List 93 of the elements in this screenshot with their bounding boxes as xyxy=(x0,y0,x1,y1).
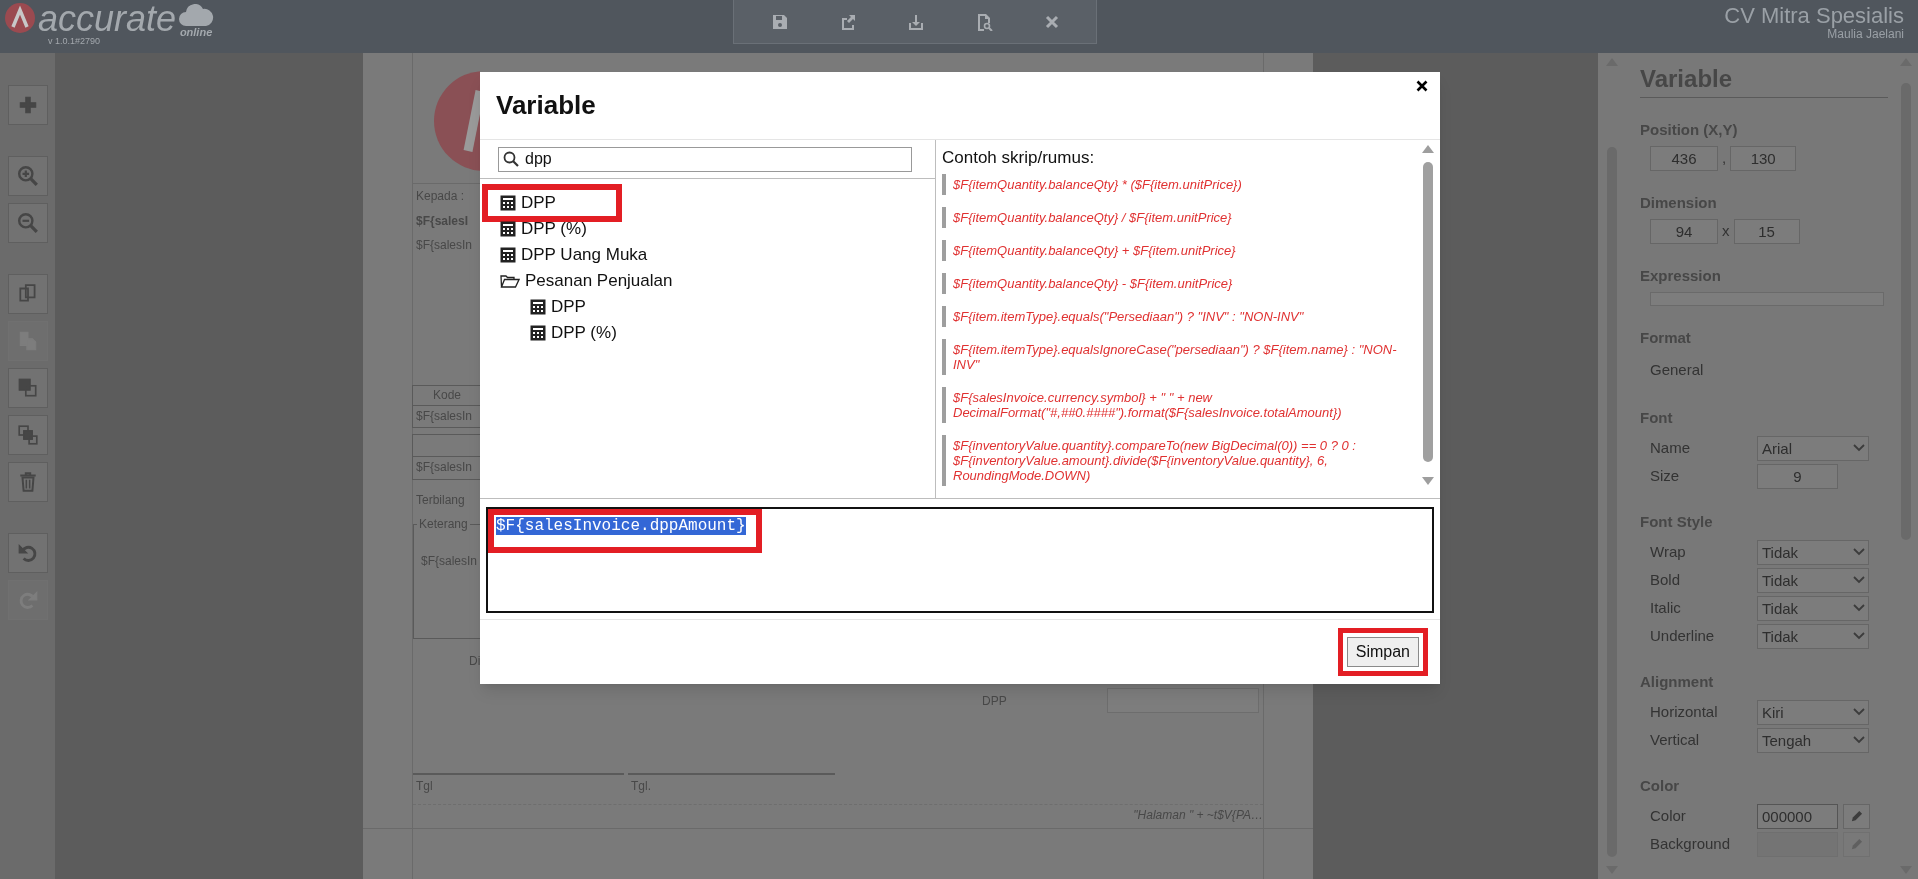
toolbar-button[interactable] xyxy=(7,203,48,243)
field-label: Background xyxy=(1650,833,1732,854)
number-field[interactable]: 130 xyxy=(1730,146,1797,171)
select-value: Tidak xyxy=(1762,570,1800,591)
logo-subtitle: online xyxy=(179,27,213,38)
select-field[interactable]: Arial xyxy=(1757,435,1869,461)
chevron-down-icon xyxy=(1853,708,1865,716)
scroll-up-icon[interactable] xyxy=(1422,145,1434,153)
chevron-down-icon xyxy=(1853,632,1865,640)
chevron-down-icon xyxy=(1853,604,1865,612)
field-label: Vertical xyxy=(1650,729,1701,750)
script-example[interactable]: $F{itemQuantity.balanceQty} * ($F{item.unitPrice}) xyxy=(942,174,1402,195)
version-text: v 1.0.1#2790 xyxy=(47,36,102,46)
open-folder-icon xyxy=(500,273,520,289)
toolbar-button[interactable] xyxy=(7,415,48,455)
examples-heading: Contoh skrip/rumus: xyxy=(942,148,1095,168)
field-label: Horizontal xyxy=(1650,701,1719,722)
field-label: Italic xyxy=(1650,597,1682,618)
pencil-icon xyxy=(1850,809,1863,823)
color-field[interactable]: 000000 xyxy=(1757,803,1838,829)
undo-icon xyxy=(16,542,39,564)
search-field[interactable]: dpp xyxy=(498,146,912,172)
scroll-down-icon[interactable] xyxy=(1422,477,1434,485)
search-icon xyxy=(503,151,519,167)
number-field[interactable]: 436 xyxy=(1650,146,1718,171)
script-example[interactable]: $F{itemQuantity.balanceQty} + $F{item.unitPrice} xyxy=(942,240,1402,261)
number-field[interactable]: 15 xyxy=(1733,219,1800,244)
field-label: Underline xyxy=(1650,625,1716,646)
select-value: Tidak xyxy=(1762,626,1800,647)
scrollbar-thumb[interactable] xyxy=(1423,162,1433,462)
format-value: General xyxy=(1649,360,1705,380)
user-name: Maulia Jaelani xyxy=(1827,28,1904,41)
expression-field[interactable]: $F{salesInvoice.dppAmount} xyxy=(486,507,1434,613)
select-value: Arial xyxy=(1762,438,1793,459)
import-icon[interactable] xyxy=(907,12,925,31)
field-label: Wrap xyxy=(1650,541,1687,562)
toolbar-button[interactable] xyxy=(7,85,48,125)
save-button[interactable]: Simpan xyxy=(1346,637,1419,667)
separator-text: , xyxy=(1722,148,1727,169)
pencil-icon xyxy=(1850,837,1863,851)
chevron-down-icon xyxy=(1853,548,1865,556)
calculator-icon xyxy=(530,299,546,315)
select-value: Tengah xyxy=(1762,730,1813,751)
select-value: Tidak xyxy=(1762,542,1800,563)
search-value: dpp xyxy=(525,149,552,169)
field-label: Color xyxy=(1650,805,1687,826)
toolbar-button[interactable] xyxy=(7,368,48,408)
calculator-icon xyxy=(500,247,516,263)
script-example[interactable]: $F{item.itemType}.equalsIgnoreCase("persediaan") ? $F{item.name} : "NON-INV" xyxy=(942,339,1402,375)
script-example[interactable]: $F{inventoryValue.quantity}.compareTo(new BigDecimal(0)) == 0 ? 0 : $F{inventoryValue.amount}.divide($F{inventoryValue.quantity}, 6, RoundingMode.DOWN) xyxy=(942,435,1402,486)
logo-mark-icon xyxy=(4,2,36,34)
script-example[interactable]: $F{item.itemType}.equals("Persediaan") ? "INV" : "NON-INV" xyxy=(942,306,1402,327)
script-example[interactable]: $F{itemQuantity.balanceQty} / $F{item.unitPrice} xyxy=(942,207,1402,228)
export-icon[interactable] xyxy=(839,12,857,31)
chevron-down-icon xyxy=(1853,444,1865,452)
chevron-down-icon xyxy=(1853,576,1865,584)
field-label: Size xyxy=(1650,465,1681,486)
bring-to-front-icon xyxy=(16,377,39,399)
select-field[interactable]: Tidak xyxy=(1757,539,1869,565)
dialog-title: Variable xyxy=(496,89,596,122)
select-field[interactable]: Tidak xyxy=(1757,623,1869,649)
select-field[interactable]: Tidak xyxy=(1757,567,1869,593)
chevron-down-icon xyxy=(1853,736,1865,744)
calculator-icon xyxy=(530,325,546,341)
tree-item[interactable]: DPP xyxy=(482,184,622,222)
number-field[interactable]: 9 xyxy=(1757,463,1838,489)
field-label: Bold xyxy=(1650,569,1682,590)
zoom-in-icon xyxy=(16,165,39,187)
select-field[interactable]: Kiri xyxy=(1757,699,1869,725)
color-picker-button[interactable] xyxy=(1843,803,1870,829)
toolbar-button[interactable] xyxy=(7,462,48,502)
script-example[interactable]: $F{itemQuantity.balanceQty} - $F{item.unitPrice} xyxy=(942,273,1402,294)
toolbar-button[interactable] xyxy=(7,274,48,314)
logo-text: accurate xyxy=(38,2,177,36)
select-field[interactable]: Tengah xyxy=(1757,727,1869,753)
script-example[interactable]: $F{salesInvoice.currency.symbol} + " " + new DecimalFormat("#,##0.####").format($F{salesInvoice.totalAmount}) xyxy=(942,387,1402,423)
save-icon[interactable] xyxy=(771,12,789,31)
select-field[interactable]: Tidak xyxy=(1757,595,1869,621)
calculator-icon xyxy=(500,195,516,211)
select-value: Tidak xyxy=(1762,598,1800,619)
cloud-icon xyxy=(178,4,215,28)
toolbar-button[interactable] xyxy=(7,156,48,196)
number-field[interactable]: 94 xyxy=(1650,219,1718,244)
company-name: CV Mitra Spesialis xyxy=(1724,4,1904,28)
field-label: Name xyxy=(1650,437,1691,458)
toolbar-button[interactable] xyxy=(7,533,48,573)
separator-text: x xyxy=(1722,221,1730,242)
expression-value: $F{salesInvoice.dppAmount} xyxy=(488,509,762,553)
select-value: Kiri xyxy=(1762,702,1785,723)
send-to-back-icon xyxy=(16,424,39,446)
close-icon xyxy=(1416,80,1428,92)
zoom-out-icon xyxy=(16,212,39,234)
document-search-icon[interactable] xyxy=(975,12,993,31)
